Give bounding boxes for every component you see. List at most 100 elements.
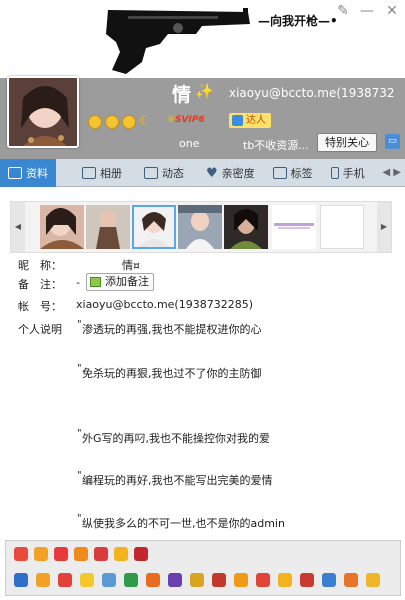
photos-prev-button[interactable]: ◀ xyxy=(11,202,25,252)
photo-thumb[interactable] xyxy=(178,205,222,249)
photos-next-button[interactable]: ▶ xyxy=(377,202,391,252)
tab-tags[interactable]: 标签 xyxy=(265,159,321,187)
badge-icon[interactable] xyxy=(212,573,226,587)
badge-icon[interactable] xyxy=(124,573,138,587)
badge-icon[interactable] xyxy=(146,573,160,587)
id-card-icon xyxy=(8,167,22,179)
revolver-image xyxy=(106,8,250,74)
crown-icon: ♛ xyxy=(167,115,176,125)
badge-icon[interactable] xyxy=(34,547,48,561)
tab-label: 标签 xyxy=(290,167,313,180)
badge-icon[interactable] xyxy=(234,573,248,587)
remark-label: 备 注： xyxy=(18,278,62,291)
photo-image xyxy=(224,205,268,249)
tab-label: 动态 xyxy=(162,167,184,180)
svip-badge[interactable]: ♛SVIP6 xyxy=(167,115,205,125)
avatar-image xyxy=(9,78,77,146)
tab-mobile[interactable]: 手机 xyxy=(323,159,373,187)
profile-tabs: 资料 相册 动态 ♥ 亲密度 标签 手机 ◀ ▶ xyxy=(0,159,405,187)
account-email: xiaoyu@bccto.me(1938732 xyxy=(229,86,395,100)
sun-level-icon xyxy=(105,115,119,129)
nickname-value: 情¤ xyxy=(122,259,140,272)
badge-icon[interactable] xyxy=(300,573,314,587)
tab-intimacy[interactable]: ♥ 亲密度 xyxy=(198,159,263,187)
badge-icon[interactable] xyxy=(14,547,28,561)
remark-value: - xyxy=(76,276,80,289)
bio-line: " 编程玩的再好,我也不能写出完美的爱情 xyxy=(77,470,273,488)
badge-icon[interactable] xyxy=(190,573,204,587)
feed-icon xyxy=(144,167,158,179)
level-icons: ☾ xyxy=(88,115,151,129)
photo-thumb[interactable] xyxy=(86,205,130,249)
tab-profile[interactable]: 资料 xyxy=(0,159,56,187)
tab-label: 亲密度 xyxy=(221,167,255,180)
tab-feed[interactable]: 动态 xyxy=(136,159,192,187)
badge-icon[interactable] xyxy=(102,573,116,587)
close-icon[interactable]: ✕ xyxy=(381,0,403,22)
photo-image xyxy=(86,205,130,249)
badge-icon[interactable] xyxy=(256,573,270,587)
photo-thumb-empty[interactable] xyxy=(320,205,364,249)
daren-badge[interactable]: 达人 xyxy=(229,113,271,128)
badge-icon[interactable] xyxy=(14,573,28,587)
bullet-mark: " xyxy=(77,319,82,330)
nickname-label: 昵 称： xyxy=(18,259,62,272)
badge-icon[interactable] xyxy=(74,547,88,561)
special-care-button[interactable]: 特别关心 xyxy=(317,133,377,152)
phone-icon xyxy=(330,167,339,179)
badge-icon[interactable] xyxy=(322,573,336,587)
badge-icon[interactable] xyxy=(168,573,182,587)
sun-level-icon xyxy=(122,115,136,129)
badge-icon[interactable] xyxy=(58,573,72,587)
bio-text: 外G写的再叼,我也不能操控你对我的爱 xyxy=(82,432,271,445)
profile-header: —向我开枪—• ✎ — ✕ 情 ✨ xiaoyu@bccto.me(193873… xyxy=(0,0,405,159)
bullet-mark: " xyxy=(77,363,82,374)
badge-icon[interactable] xyxy=(114,547,128,561)
badge-bar xyxy=(5,540,401,596)
sun-level-icon xyxy=(88,115,102,129)
photo-thumb[interactable] xyxy=(272,205,316,249)
photo-strip: ◀ ▶ xyxy=(10,201,392,253)
tabs-scroll-arrows[interactable]: ◀ ▶ xyxy=(382,159,401,187)
bio-line: " 纵使我多么的不可一世,也不是你的admin xyxy=(77,513,285,531)
tagline-text: 向我开枪 xyxy=(270,14,319,28)
bio-text: 免杀玩的再狠,我也过不了你的主防御 xyxy=(82,367,262,380)
badge-icon[interactable] xyxy=(80,573,94,587)
chat-icon[interactable]: ▭ xyxy=(385,134,400,149)
moon-level-icon: ☾ xyxy=(139,114,151,129)
badge-icon[interactable] xyxy=(134,547,148,561)
photo-image xyxy=(272,205,316,249)
badge-icon[interactable] xyxy=(54,547,68,561)
signature-text[interactable]: tb不收资源... xyxy=(243,137,309,153)
heart-icon: ♥ xyxy=(206,165,218,181)
photo-image xyxy=(178,205,222,249)
tag-icon xyxy=(272,167,287,179)
minimize-icon[interactable]: — xyxy=(356,0,378,22)
tab-label: 手机 xyxy=(342,167,365,180)
badge-icon[interactable] xyxy=(36,573,50,587)
avatar[interactable] xyxy=(7,76,79,148)
tab-label: 相册 xyxy=(100,167,122,180)
add-remark-button[interactable]: 添加备注 xyxy=(86,273,154,291)
photo-icon xyxy=(82,167,96,179)
photo-image xyxy=(40,205,84,249)
photo-image xyxy=(134,207,174,247)
photo-thumb[interactable] xyxy=(40,205,84,249)
bio-line: " 免杀玩的再狠,我也过不了你的主防御 xyxy=(77,363,262,381)
photo-thumb[interactable] xyxy=(224,205,268,249)
account-label: 帐 号： xyxy=(18,300,62,313)
photo-thumb-selected[interactable] xyxy=(132,205,176,249)
header-tagline: —向我开枪—• xyxy=(258,12,338,29)
bullet-mark: " xyxy=(77,428,82,439)
bio-line: " 外G写的再叼,我也不能操控你对我的爱 xyxy=(77,428,271,446)
badge-icon[interactable] xyxy=(366,573,380,587)
badge-icon[interactable] xyxy=(94,547,108,561)
svip-label: SVIP6 xyxy=(175,115,205,125)
badge-icon[interactable] xyxy=(278,573,292,587)
badge-icon[interactable] xyxy=(344,573,358,587)
skin-icon[interactable]: ✎ xyxy=(332,0,354,22)
bio-text: 渗透玩的再强,我也不能提权进你的心 xyxy=(82,323,262,336)
add-remark-label: 添加备注 xyxy=(105,275,149,288)
tab-album[interactable]: 相册 xyxy=(74,159,130,187)
display-name: 情 xyxy=(172,84,192,106)
